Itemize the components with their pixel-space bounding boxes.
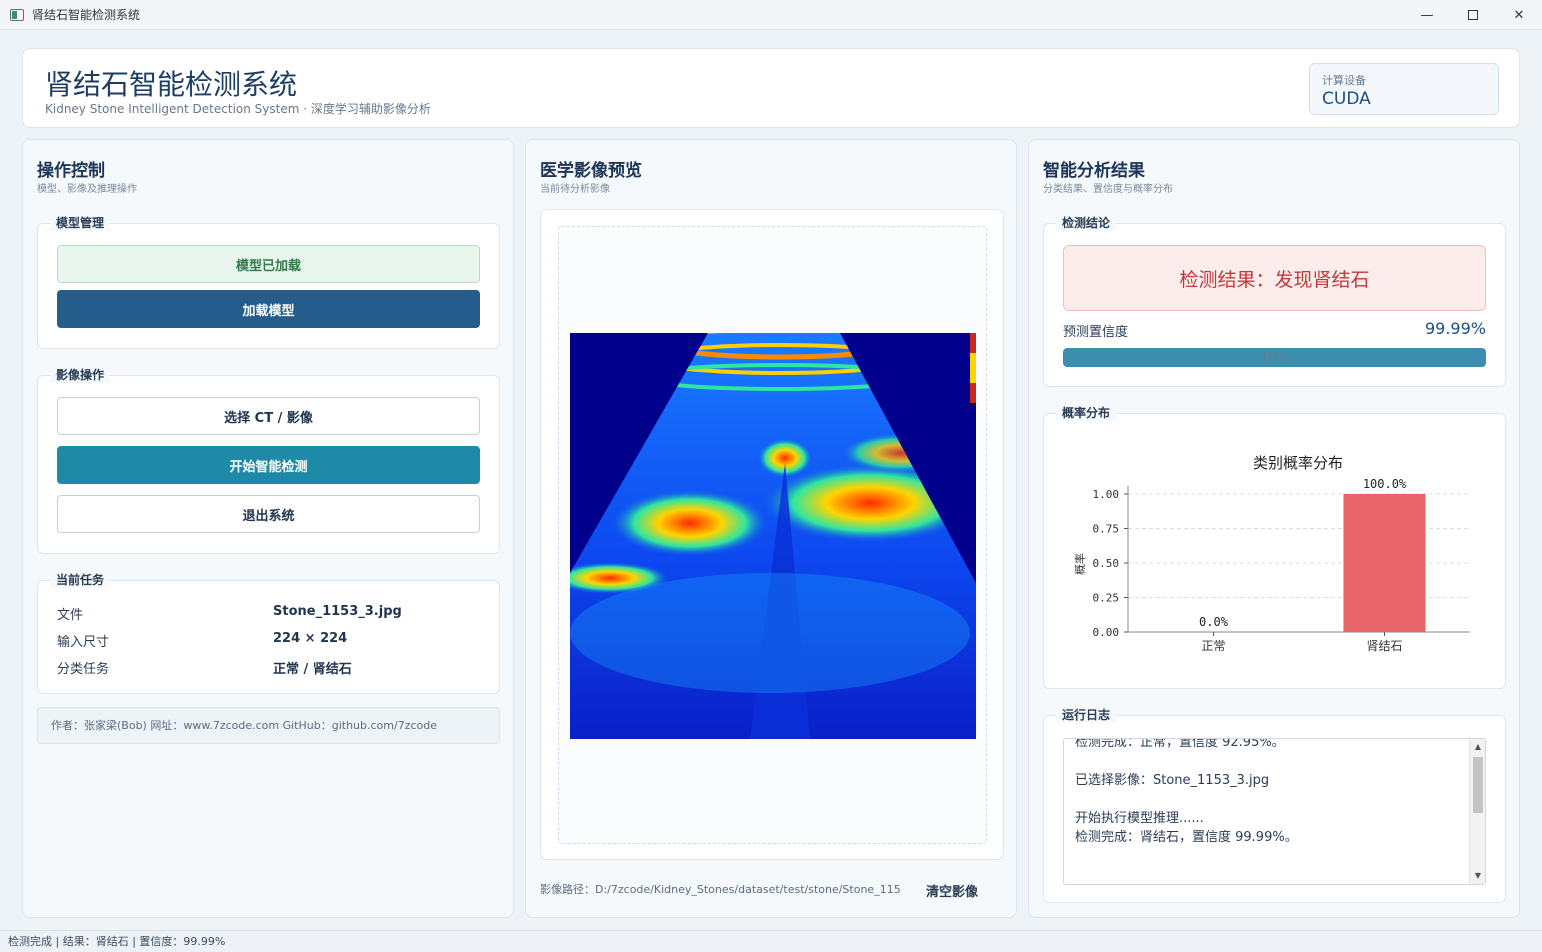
confidence-value: 99.99% (1424, 319, 1486, 338)
x-tick-label: 正常 (1201, 639, 1225, 653)
task-size-value: 224 × 224 (273, 631, 348, 646)
scroll-down-icon[interactable]: ▼ (1470, 868, 1485, 884)
bar-data-label: 100.0% (1363, 477, 1407, 491)
task-group: 当前任务 文件 Stone_1153_3.jpg 输入尺寸 224 × 224 … (37, 572, 500, 694)
ultrasound-graphic (570, 333, 976, 739)
confidence-progress-bar: 100% (1063, 348, 1486, 367)
y-tick-label: 0.00 (1093, 626, 1120, 639)
log-line: 检测完成：肾结石，置信度 99.99%。 (1075, 830, 1298, 845)
window-title: 肾结石智能检测系统 (32, 8, 141, 22)
page-title: 肾结石智能检测系统 (45, 68, 298, 101)
page-subtitle: Kidney Stone Intelligent Detection Syste… (45, 102, 431, 116)
scroll-thumb[interactable] (1473, 757, 1483, 813)
result-group: 检测结论 检测结果：发现肾结石 预测置信度 99.99% 100% (1043, 215, 1506, 387)
results-panel-title: 智能分析结果 (1043, 161, 1145, 181)
app-icon (10, 8, 24, 21)
select-image-button[interactable]: 选择 CT / 影像 (57, 397, 480, 435)
device-value: CUDA (1322, 89, 1371, 109)
y-tick-label: 0.75 (1093, 523, 1120, 536)
image-drop-area (558, 226, 987, 844)
chart-title: 类别概率分布 (1253, 454, 1343, 472)
model-status-button[interactable]: 模型已加载 (57, 245, 480, 283)
confidence-label: 预测置信度 (1063, 325, 1129, 340)
log-line: 检测完成：正常，置信度 92.95%。 (1075, 738, 1285, 750)
y-tick-label: 0.50 (1093, 557, 1120, 570)
minimize-icon: — (1420, 7, 1434, 23)
preview-panel: 医学影像预览 当前待分析影像 影像路径：D:/7zcode/Kidney_Sto… (525, 139, 1017, 918)
task-type-value: 正常 / 肾结石 (273, 662, 352, 677)
start-detection-button[interactable]: 开始智能检测 (57, 446, 480, 484)
log-line: 已选择影像：Stone_1153_3.jpg (1075, 773, 1270, 788)
device-label: 计算设备 (1322, 74, 1366, 87)
task-file-value: Stone_1153_3.jpg (273, 604, 402, 619)
control-panel: 操作控制 模型、影像及推理操作 模型管理 模型已加载 加载模型 影像操作 选择 … (22, 139, 514, 918)
log-group-label: 运行日志 (1056, 707, 1117, 723)
log-line: 开始执行模型推理...... (1075, 811, 1204, 826)
model-group: 模型管理 模型已加载 加载模型 (37, 215, 500, 349)
detection-result: 检测结果：发现肾结石 (1063, 245, 1486, 311)
control-panel-title: 操作控制 (37, 161, 105, 181)
result-group-label: 检测结论 (1056, 215, 1117, 231)
device-indicator: 计算设备 CUDA (1309, 63, 1499, 115)
image-path-text: 影像路径：D:/7zcode/Kidney_Stones/dataset/tes… (540, 883, 900, 896)
author-footer: 作者：张家梁(Bob) 网址：www.7zcode.com GitHub：git… (37, 707, 500, 744)
window-controls: — ✕ (1404, 0, 1542, 30)
scroll-up-icon[interactable]: ▲ (1470, 739, 1485, 755)
bar-1 (1343, 494, 1426, 632)
task-type-key: 分类任务 (57, 662, 110, 677)
task-group-label: 当前任务 (50, 572, 111, 588)
app-header: 肾结石智能检测系统 Kidney Stone Intelligent Detec… (22, 48, 1520, 128)
bar-data-label: 0.0% (1199, 615, 1229, 629)
y-tick-label: 1.00 (1093, 488, 1120, 501)
model-group-label: 模型管理 (50, 215, 111, 231)
results-panel: 智能分析结果 分类结果、置信度与概率分布 检测结论 检测结果：发现肾结石 预测置… (1028, 139, 1520, 918)
maximize-icon (1468, 10, 1478, 20)
task-file-key: 文件 (57, 608, 84, 623)
log-group: 运行日志 检测完成：正常，置信度 92.95%。 已选择影像：Stone_115… (1043, 707, 1506, 903)
progress-text: 100% (1261, 352, 1288, 362)
chart-group: 概率分布 类别概率分布 0.00 0.25 0.50 0.75 1.00 概率 0.0% 正常 1… (1043, 405, 1506, 689)
probability-chart: 类别概率分布 0.00 0.25 0.50 0.75 1.00 概率 0.0% 正常 100.0%… (1073, 454, 1470, 653)
results-panel-subtitle: 分类结果、置信度与概率分布 (1043, 184, 1173, 195)
log-scrollbar[interactable]: ▲ ▼ (1469, 739, 1485, 884)
load-model-button[interactable]: 加载模型 (57, 290, 480, 328)
ultrasound-image (570, 333, 976, 739)
exit-button[interactable]: 退出系统 (57, 495, 480, 533)
preview-panel-title: 医学影像预览 (540, 161, 642, 181)
status-bar: 检测完成 | 结果：肾结石 | 置信度：99.99% (0, 930, 1542, 952)
maximize-button[interactable] (1450, 0, 1496, 30)
control-panel-subtitle: 模型、影像及推理操作 (37, 184, 137, 195)
image-group: 影像操作 选择 CT / 影像 开始智能检测 退出系统 (37, 367, 500, 554)
minimize-button[interactable]: — (1404, 0, 1450, 30)
log-lines: 检测完成：正常，置信度 92.95%。 已选择影像：Stone_1153_3.j… (1075, 738, 1298, 847)
window-titlebar: 肾结石智能检测系统 — ✕ (0, 0, 1542, 30)
x-tick-label: 肾结石 (1366, 639, 1402, 653)
preview-panel-subtitle: 当前待分析影像 (540, 184, 610, 195)
preview-card (540, 209, 1004, 860)
close-icon: ✕ (1513, 7, 1525, 23)
image-group-label: 影像操作 (50, 367, 111, 383)
task-size-key: 输入尺寸 (57, 635, 110, 650)
log-output[interactable]: 检测完成：正常，置信度 92.95%。 已选择影像：Stone_1153_3.j… (1063, 738, 1486, 885)
y-tick-label: 0.25 (1093, 592, 1120, 605)
y-axis-label: 概率 (1073, 553, 1087, 575)
clear-image-button[interactable]: 清空影像 (926, 881, 978, 900)
close-button[interactable]: ✕ (1496, 0, 1542, 30)
